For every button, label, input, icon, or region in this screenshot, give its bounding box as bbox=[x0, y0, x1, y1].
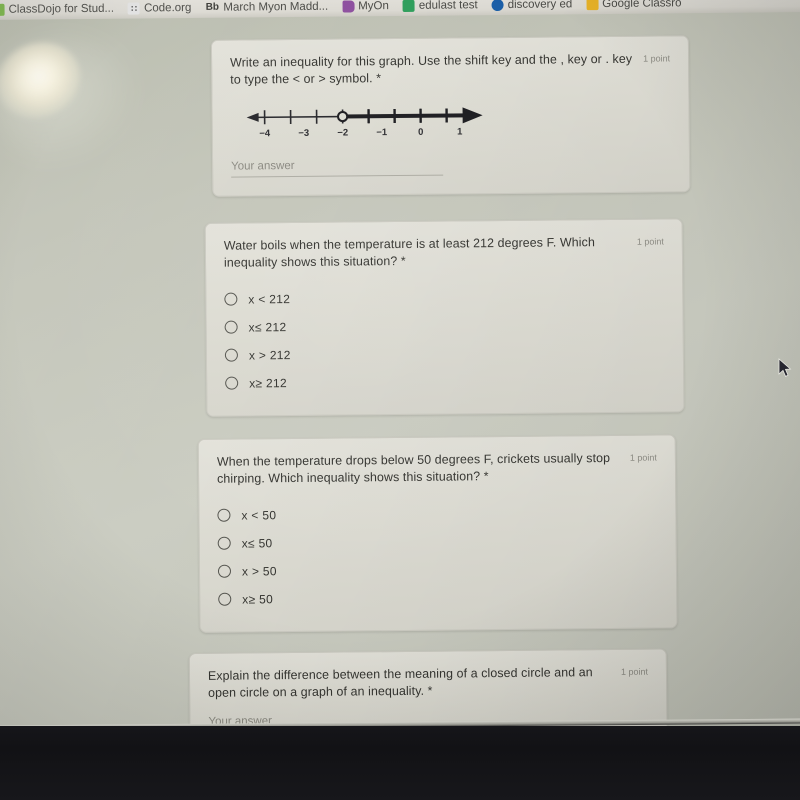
svg-text:−1: −1 bbox=[376, 127, 388, 138]
bookmark-march-myon-madness[interactable]: Bb March Myon Madd... bbox=[205, 0, 329, 14]
question-card-3: When the temperature drops below 50 degr… bbox=[197, 434, 678, 633]
option-label: x≥ 212 bbox=[249, 375, 287, 390]
bookmark-code-org[interactable]: ∷ Code.org bbox=[127, 1, 192, 15]
edulastic-icon bbox=[402, 0, 415, 12]
option-row[interactable]: x≤ 212 bbox=[224, 309, 665, 340]
question-2-points: 1 point bbox=[636, 236, 664, 247]
svg-text:−4: −4 bbox=[259, 128, 271, 139]
bookmark-label: Code.org bbox=[143, 1, 192, 15]
radio-button-icon[interactable] bbox=[224, 320, 238, 334]
google-classroom-icon bbox=[586, 0, 599, 11]
radio-button-icon[interactable] bbox=[217, 564, 232, 578]
option-row[interactable]: x < 212 bbox=[224, 281, 664, 312]
radio-button-icon[interactable] bbox=[218, 592, 232, 606]
question-3-text: When the temperature drops below 50 degr… bbox=[216, 450, 611, 486]
question-1-answer-field[interactable]: Your answer bbox=[231, 159, 444, 178]
svg-text:1: 1 bbox=[457, 126, 463, 137]
svg-text:−3: −3 bbox=[298, 128, 309, 139]
bookmark-label: ClassDojo for Stud... bbox=[8, 2, 115, 16]
svg-text:−2: −2 bbox=[337, 127, 348, 138]
question-card-1: Write an inequality for this graph. Use … bbox=[210, 35, 691, 197]
question-card-2: Water boils when the temperature is at l… bbox=[204, 218, 685, 417]
bookmark-discovery-ed[interactable]: discovery ed bbox=[491, 0, 573, 12]
option-row[interactable]: x≤ 50 bbox=[217, 526, 658, 557]
question-2-options: x < 212 x≤ 212 x > 212 x≥ 212 bbox=[224, 281, 665, 396]
option-label: x < 50 bbox=[241, 507, 277, 523]
option-label: x < 212 bbox=[248, 291, 291, 306]
option-row[interactable]: x > 212 bbox=[224, 337, 665, 368]
question-3-points: 1 point bbox=[629, 452, 657, 463]
svg-text:0: 0 bbox=[418, 127, 423, 138]
bookmark-classdojo-for-students[interactable]: ClassDojo for Stud... bbox=[0, 3, 114, 16]
radio-button-icon[interactable] bbox=[224, 292, 238, 306]
question-1-points: 1 point bbox=[643, 53, 671, 64]
radio-button-icon[interactable] bbox=[224, 348, 238, 362]
option-label: x > 212 bbox=[248, 347, 291, 362]
number-line-svg: −4 −3 −2 −1 0 1 bbox=[246, 107, 483, 139]
screen-glare-halo bbox=[0, 36, 143, 168]
bookmark-label: edulast test bbox=[418, 0, 478, 12]
bookmark-google-classroom[interactable]: Google Classro bbox=[586, 0, 682, 11]
screen-glare-reflection bbox=[0, 28, 93, 132]
option-label: x≤ 212 bbox=[248, 319, 287, 334]
option-row[interactable]: x≥ 212 bbox=[225, 365, 665, 396]
bookmark-edulastic-test[interactable]: edulast test bbox=[402, 0, 478, 12]
laptop-photo: ClassDojo for Stud... ∷ Code.org Bb Marc… bbox=[0, 0, 800, 800]
discovery-education-icon bbox=[491, 0, 504, 12]
question-4-points: 1 point bbox=[620, 666, 649, 677]
bookmark-myon[interactable]: MyOn bbox=[342, 0, 389, 13]
classdojo-icon bbox=[0, 3, 5, 16]
form-questions-column: Write an inequality for this graph. Use … bbox=[188, 35, 691, 726]
laptop-screen: ClassDojo for Stud... ∷ Code.org Bb Marc… bbox=[0, 0, 800, 726]
bookmark-label: discovery ed bbox=[507, 0, 573, 11]
myon-icon bbox=[342, 0, 355, 13]
number-line-figure: −4 −3 −2 −1 0 1 bbox=[242, 100, 492, 146]
question-1-text: Write an inequality for this graph. Use … bbox=[230, 51, 633, 87]
codeorg-icon: ∷ bbox=[127, 2, 141, 15]
option-label: x≥ 50 bbox=[242, 591, 274, 607]
bookmark-label: Google Classro bbox=[602, 0, 682, 11]
option-row[interactable]: x < 50 bbox=[217, 498, 657, 529]
bookmark-label: MyOn bbox=[358, 0, 389, 13]
bookmark-label: March Myon Madd... bbox=[223, 0, 329, 14]
question-2-text: Water boils when the temperature is at l… bbox=[223, 235, 595, 270]
radio-button-icon[interactable] bbox=[217, 508, 231, 522]
google-form-page: Write an inequality for this graph. Use … bbox=[0, 12, 800, 726]
option-row[interactable]: x > 50 bbox=[217, 554, 658, 585]
option-row[interactable]: x≥ 50 bbox=[218, 582, 658, 613]
option-label: x≤ 50 bbox=[241, 535, 273, 551]
question-4-text: Explain the difference between the meani… bbox=[207, 665, 593, 700]
radio-button-icon[interactable] bbox=[225, 376, 239, 390]
question-card-4: Explain the difference between the meani… bbox=[188, 648, 668, 726]
radio-button-icon[interactable] bbox=[217, 536, 231, 550]
question-3-options: x < 50 x≤ 50 x > 50 x≥ 50 bbox=[217, 498, 658, 613]
laptop-bottom-bezel: D∕LL bbox=[0, 726, 800, 800]
blackboard-icon: Bb bbox=[205, 1, 220, 13]
option-label: x > 50 bbox=[241, 563, 277, 579]
